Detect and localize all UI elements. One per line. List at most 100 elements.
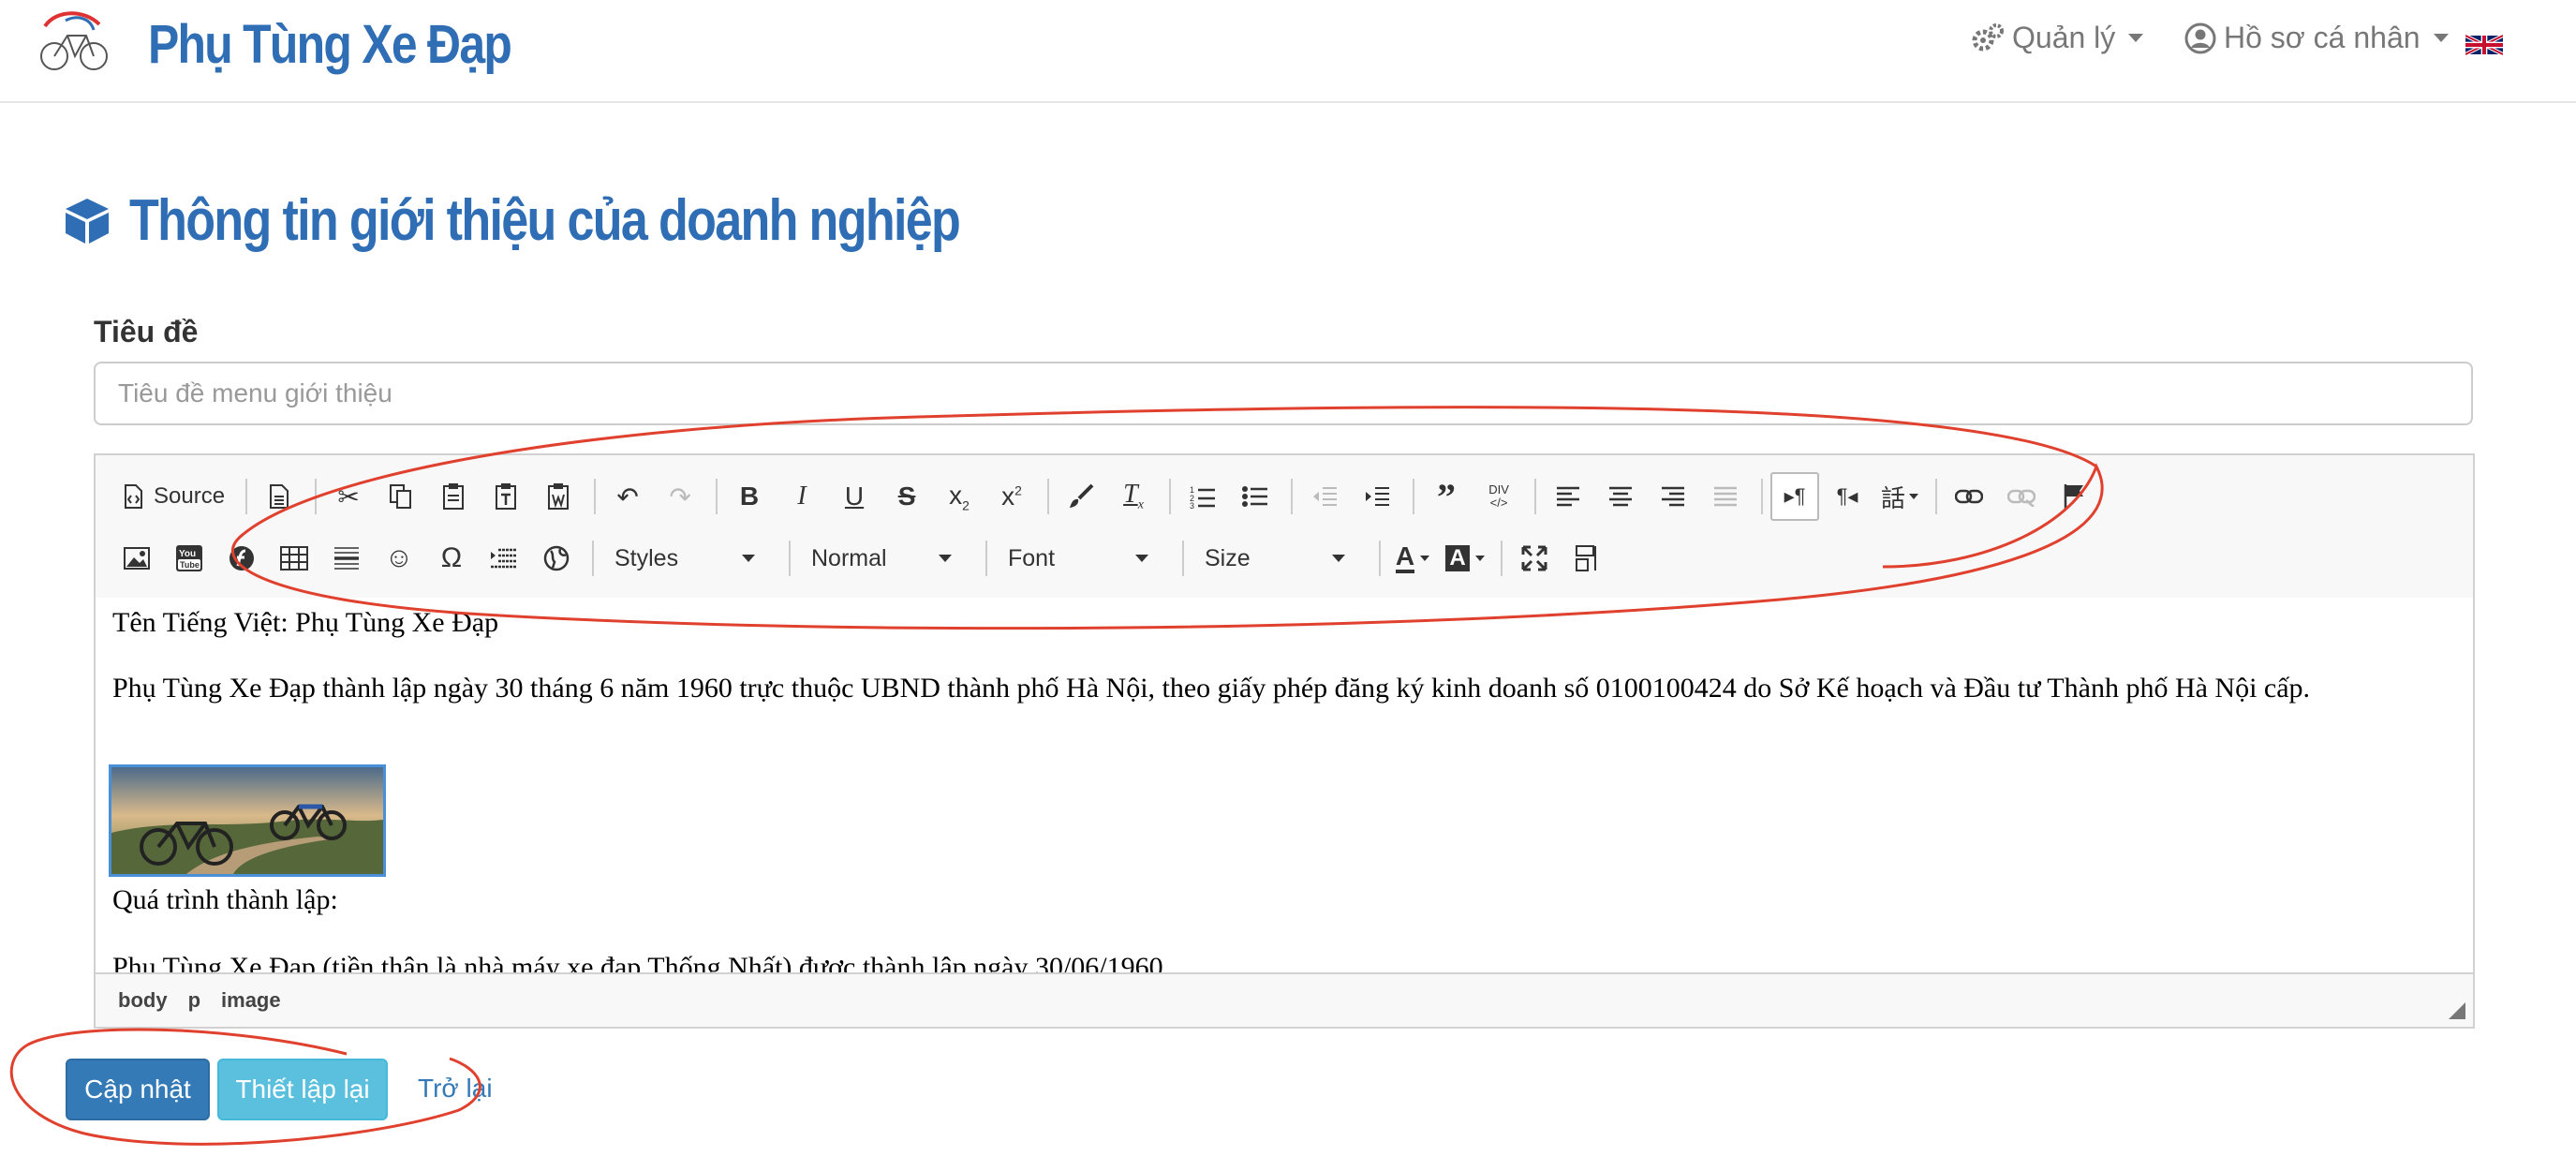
horizontal-line-button[interactable] xyxy=(322,534,371,583)
back-link[interactable]: Trở lại xyxy=(418,1074,493,1104)
show-blocks-icon xyxy=(1576,545,1596,571)
update-button[interactable]: Cập nhật xyxy=(66,1059,210,1120)
caret-down-icon xyxy=(742,555,755,562)
unlink-button[interactable] xyxy=(1997,472,2046,521)
special-char-button[interactable]: Ω xyxy=(427,534,476,583)
top-navbar: Phụ Tùng Xe Đạp Quản lý Hồ sơ cá nhân xyxy=(0,0,2576,103)
image-button[interactable] xyxy=(112,534,161,583)
table-button[interactable] xyxy=(270,534,318,583)
brand-title[interactable]: Phụ Tùng Xe Đạp xyxy=(148,13,512,76)
align-left-button[interactable] xyxy=(1544,472,1592,521)
bold-button[interactable]: B xyxy=(725,472,774,521)
flash-button[interactable] xyxy=(217,534,266,583)
increase-indent-button[interactable] xyxy=(1353,472,1401,521)
copy-icon xyxy=(390,484,412,509)
globe-icon xyxy=(543,545,570,571)
toolbar-separator xyxy=(1182,541,1184,576)
reset-button[interactable]: Thiết lập lại xyxy=(217,1059,388,1120)
format-dropdown[interactable]: Normal xyxy=(798,535,965,582)
iframe-button[interactable] xyxy=(532,534,581,583)
paste-word-button[interactable] xyxy=(534,472,583,521)
redo-icon: ↷ xyxy=(669,482,691,511)
paste-button[interactable] xyxy=(429,472,478,521)
bicycles-image[interactable] xyxy=(109,764,386,877)
decrease-indent-button[interactable] xyxy=(1300,472,1349,521)
bicycle-logo-icon[interactable] xyxy=(37,7,111,75)
flash-icon xyxy=(229,546,254,571)
page-break-button[interactable] xyxy=(480,534,528,583)
link-button[interactable] xyxy=(1945,472,1993,521)
smiley-button[interactable]: ☺ xyxy=(375,534,423,583)
resize-handle-icon[interactable] xyxy=(2449,1002,2465,1019)
rtl-button[interactable]: ¶◂ xyxy=(1823,472,1872,521)
editor-content-area[interactable]: Tên Tiếng Việt: Phụ Tùng Xe Đạp Phụ Tùng… xyxy=(96,598,2473,972)
source-button[interactable]: Source xyxy=(112,472,234,521)
title-input[interactable] xyxy=(94,362,2473,425)
background-color-icon: A xyxy=(1445,545,1470,571)
nav-manage-dropdown[interactable]: Quản lý xyxy=(1971,21,2144,55)
language-button[interactable]: 話 xyxy=(1875,472,1924,521)
anchor-button[interactable] xyxy=(2050,472,2098,521)
toolbar-separator xyxy=(594,479,597,514)
path-item[interactable]: body xyxy=(118,988,168,1013)
superscript-button[interactable]: x2 xyxy=(987,472,1036,521)
justify-button[interactable] xyxy=(1701,472,1750,521)
path-item[interactable]: image xyxy=(221,988,281,1013)
element-path-bar: body p image xyxy=(96,972,2473,1027)
copy-formatting-button[interactable] xyxy=(1057,472,1105,521)
toolbar-row-1: Source ✂ ↶ ↷ B I U S x2 x2 Tx 1 2 3 ” DI… xyxy=(112,470,2102,523)
cut-button[interactable]: ✂ xyxy=(324,472,373,521)
maximize-icon xyxy=(1521,545,1547,571)
align-right-icon xyxy=(1662,486,1685,507)
numbered-list-button[interactable]: 123 xyxy=(1178,472,1227,521)
size-dropdown[interactable]: Size xyxy=(1192,535,1358,582)
toolbar-separator xyxy=(1501,541,1503,576)
youtube-icon: YouTube xyxy=(176,545,202,571)
blockquote-button[interactable]: ” xyxy=(1422,472,1471,521)
toolbar-separator xyxy=(1761,479,1764,514)
font-dropdown[interactable]: Font xyxy=(995,535,1162,582)
remove-format-button[interactable]: Tx xyxy=(1109,472,1158,521)
caret-down-icon xyxy=(2433,34,2449,42)
youtube-button[interactable]: You Tube xyxy=(165,534,214,583)
align-right-button[interactable] xyxy=(1649,472,1697,521)
caret-down-icon xyxy=(1332,555,1345,562)
toolbar-separator xyxy=(315,479,318,514)
unlink-icon xyxy=(2007,489,2036,507)
toolbar-separator xyxy=(1291,479,1294,514)
subscript-button[interactable]: x2 xyxy=(935,472,984,521)
caret-down-icon xyxy=(939,555,952,562)
svg-text:You: You xyxy=(179,549,196,559)
strikethrough-button[interactable]: S xyxy=(882,472,931,521)
align-center-button[interactable] xyxy=(1596,472,1645,521)
path-item[interactable]: p xyxy=(188,988,200,1013)
new-page-icon xyxy=(270,484,289,509)
ltr-button[interactable]: ▸¶ xyxy=(1770,472,1820,521)
text-color-button[interactable]: A xyxy=(1388,534,1437,583)
source-icon xyxy=(125,484,142,509)
background-color-button[interactable]: A xyxy=(1441,534,1489,583)
new-page-button[interactable] xyxy=(255,472,303,521)
show-blocks-button[interactable] xyxy=(1562,534,1611,583)
link-icon xyxy=(1955,489,1984,504)
svg-text:3: 3 xyxy=(1190,501,1194,509)
paste-text-button[interactable] xyxy=(481,472,530,521)
nav-profile-dropdown[interactable]: Hồ sơ cá nhân xyxy=(2184,21,2449,55)
italic-button[interactable]: I xyxy=(777,472,826,521)
redo-button[interactable]: ↷ xyxy=(656,472,704,521)
copy-button[interactable] xyxy=(377,472,425,521)
toolbar-separator xyxy=(245,479,248,514)
bulleted-list-button[interactable] xyxy=(1231,472,1280,521)
content-paragraph: Quá trình thành lập: xyxy=(112,884,338,915)
undo-button[interactable]: ↶ xyxy=(603,472,652,521)
justify-icon xyxy=(1714,486,1738,507)
styles-dropdown[interactable]: Styles xyxy=(601,535,768,582)
underline-button[interactable]: U xyxy=(830,472,879,521)
uk-flag-icon[interactable] xyxy=(2465,32,2503,58)
content-paragraph: Tên Tiếng Việt: Phụ Tùng Xe Đạp xyxy=(112,607,499,638)
maximize-button[interactable] xyxy=(1510,534,1559,583)
image-icon xyxy=(124,547,150,570)
rtl-icon: ¶◂ xyxy=(1836,484,1858,508)
create-div-button[interactable]: DIV </> xyxy=(1474,472,1523,521)
horizontal-line-icon xyxy=(334,547,359,570)
